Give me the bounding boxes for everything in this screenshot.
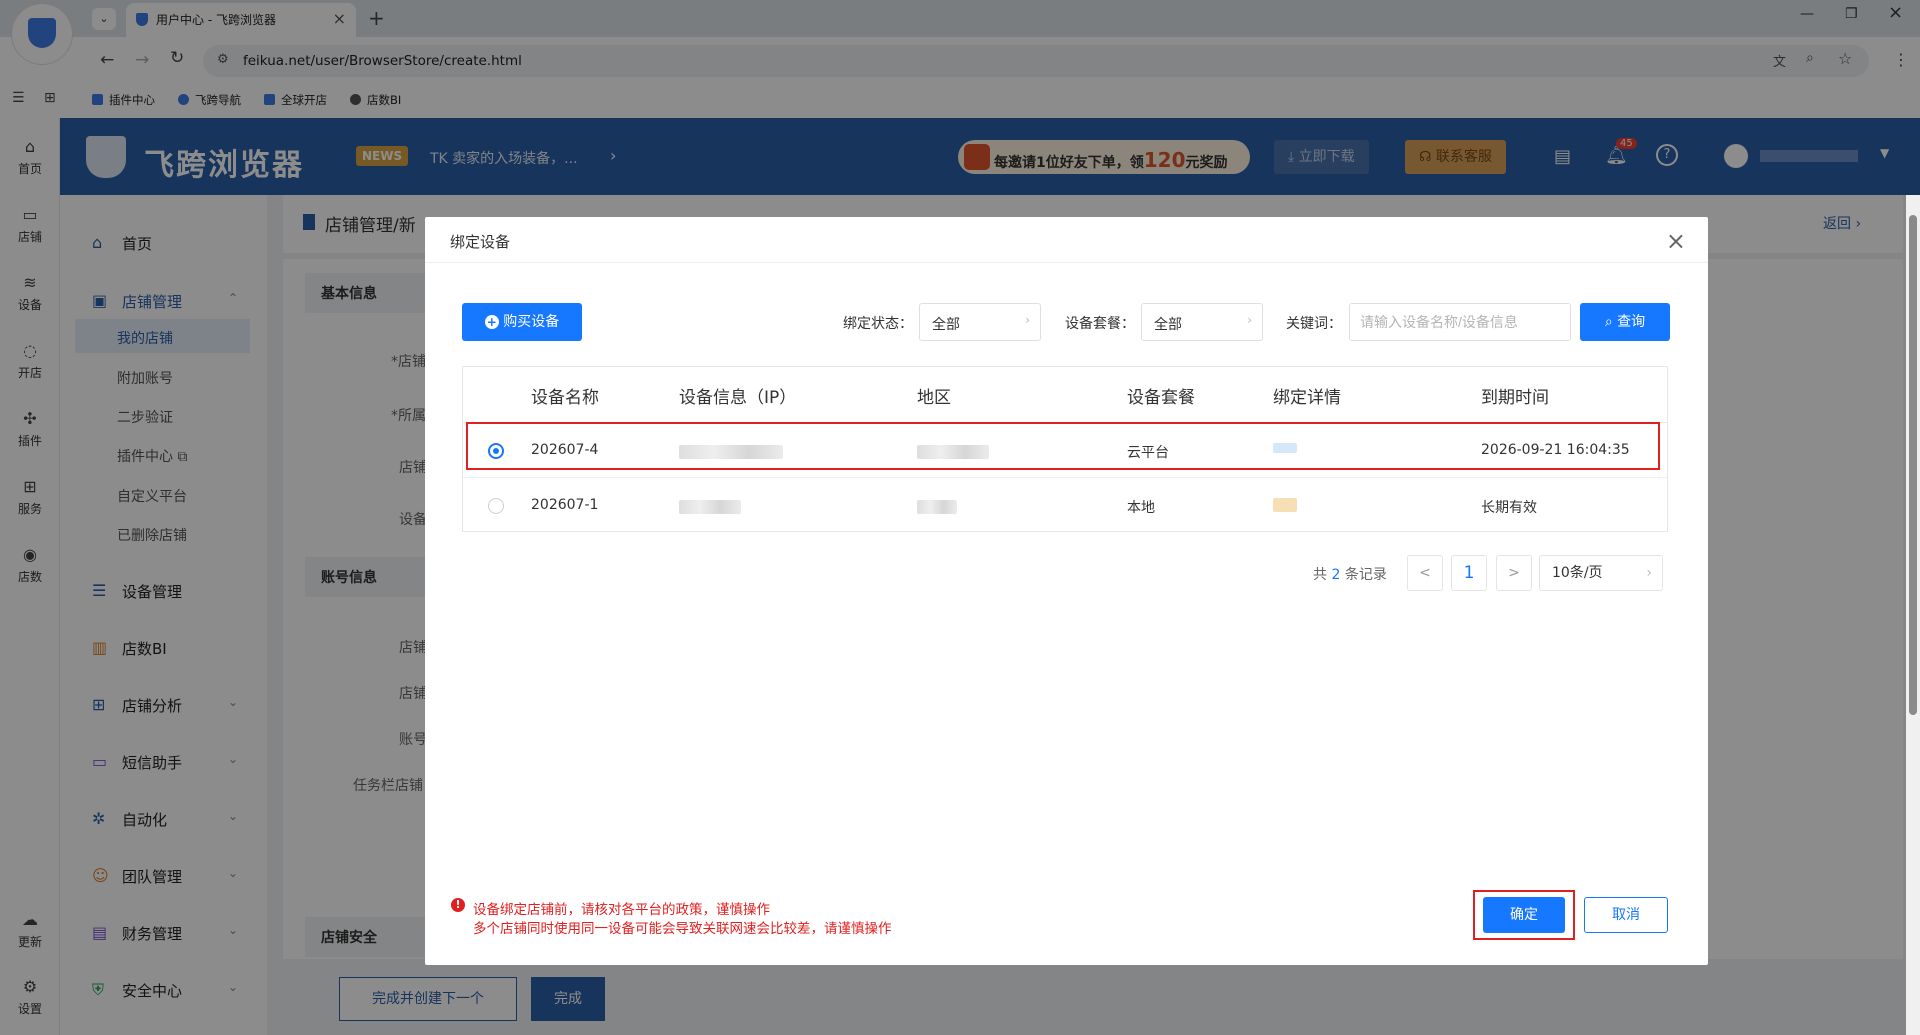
search-button[interactable]: ⌕ 查询 (1580, 303, 1670, 341)
bind-device-dialog: 绑定设备 × + 购买设备 绑定状态： 全部› 设备套餐： 全部› 关键词： ⌕… (425, 217, 1708, 965)
confirm-button[interactable]: 确定 (1483, 897, 1565, 933)
col-region: 地区 (917, 388, 951, 408)
filter-status-select[interactable]: 全部 › (919, 303, 1041, 341)
plus-circle-icon: + (484, 315, 499, 329)
keyword-label: 关键词： (1286, 316, 1342, 332)
pagination-page-1[interactable]: 1 (1451, 555, 1487, 591)
region-blurred (917, 500, 957, 514)
search-icon: ⌕ (1604, 314, 1613, 330)
chevron-right-icon: › (1646, 565, 1652, 581)
warning-line-2: 多个店铺同时使用同一设备可能会导致关联网速会比较差，请谨慎操作 (473, 921, 892, 937)
selected-row-highlight (466, 422, 1660, 470)
close-icon[interactable]: × (1666, 227, 1686, 255)
warning-line-1: 设备绑定店铺前，请核对各平台的政策，谨慎操作 (473, 902, 770, 918)
device-ip-blurred (679, 500, 741, 514)
page-size-select[interactable]: 10条/页 › (1539, 555, 1663, 591)
chevron-right-icon: › (1025, 313, 1030, 327)
page-scrollbar[interactable] (1906, 195, 1920, 1035)
pagination-total: 共 2 条记录 (1313, 567, 1387, 583)
table-row[interactable]: 202607-1 本地 长期有效 (463, 478, 1667, 533)
col-expiry: 到期时间 (1481, 388, 1549, 408)
table-header: 设备名称 设备信息（IP） 地区 设备套餐 绑定详情 到期时间 (463, 367, 1667, 423)
col-bind-detail: 绑定详情 (1273, 388, 1341, 408)
keyword-input[interactable] (1349, 303, 1571, 341)
col-plan: 设备套餐 (1127, 388, 1195, 408)
filter-plan-label: 设备套餐： (1065, 316, 1135, 332)
filter-status-label: 绑定状态： (843, 316, 913, 332)
warning-icon: ! (451, 898, 465, 912)
dialog-divider (425, 262, 1708, 263)
buy-device-button[interactable]: + 购买设备 (462, 303, 582, 341)
device-name: 202607-1 (531, 497, 599, 513)
filter-plan-select[interactable]: 全部 › (1141, 303, 1263, 341)
cancel-button[interactable]: 取消 (1584, 897, 1668, 933)
col-device-info: 设备信息（IP） (679, 388, 797, 408)
dialog-title: 绑定设备 (450, 233, 511, 251)
pagination-prev[interactable]: < (1407, 555, 1443, 591)
chevron-right-icon: › (1247, 313, 1252, 327)
row-radio[interactable] (488, 498, 504, 514)
expiry-time: 长期有效 (1481, 500, 1537, 516)
bind-detail-blurred (1273, 498, 1297, 512)
pagination-next[interactable]: > (1496, 555, 1532, 591)
device-plan: 本地 (1127, 500, 1155, 516)
col-device-name: 设备名称 (531, 388, 599, 408)
